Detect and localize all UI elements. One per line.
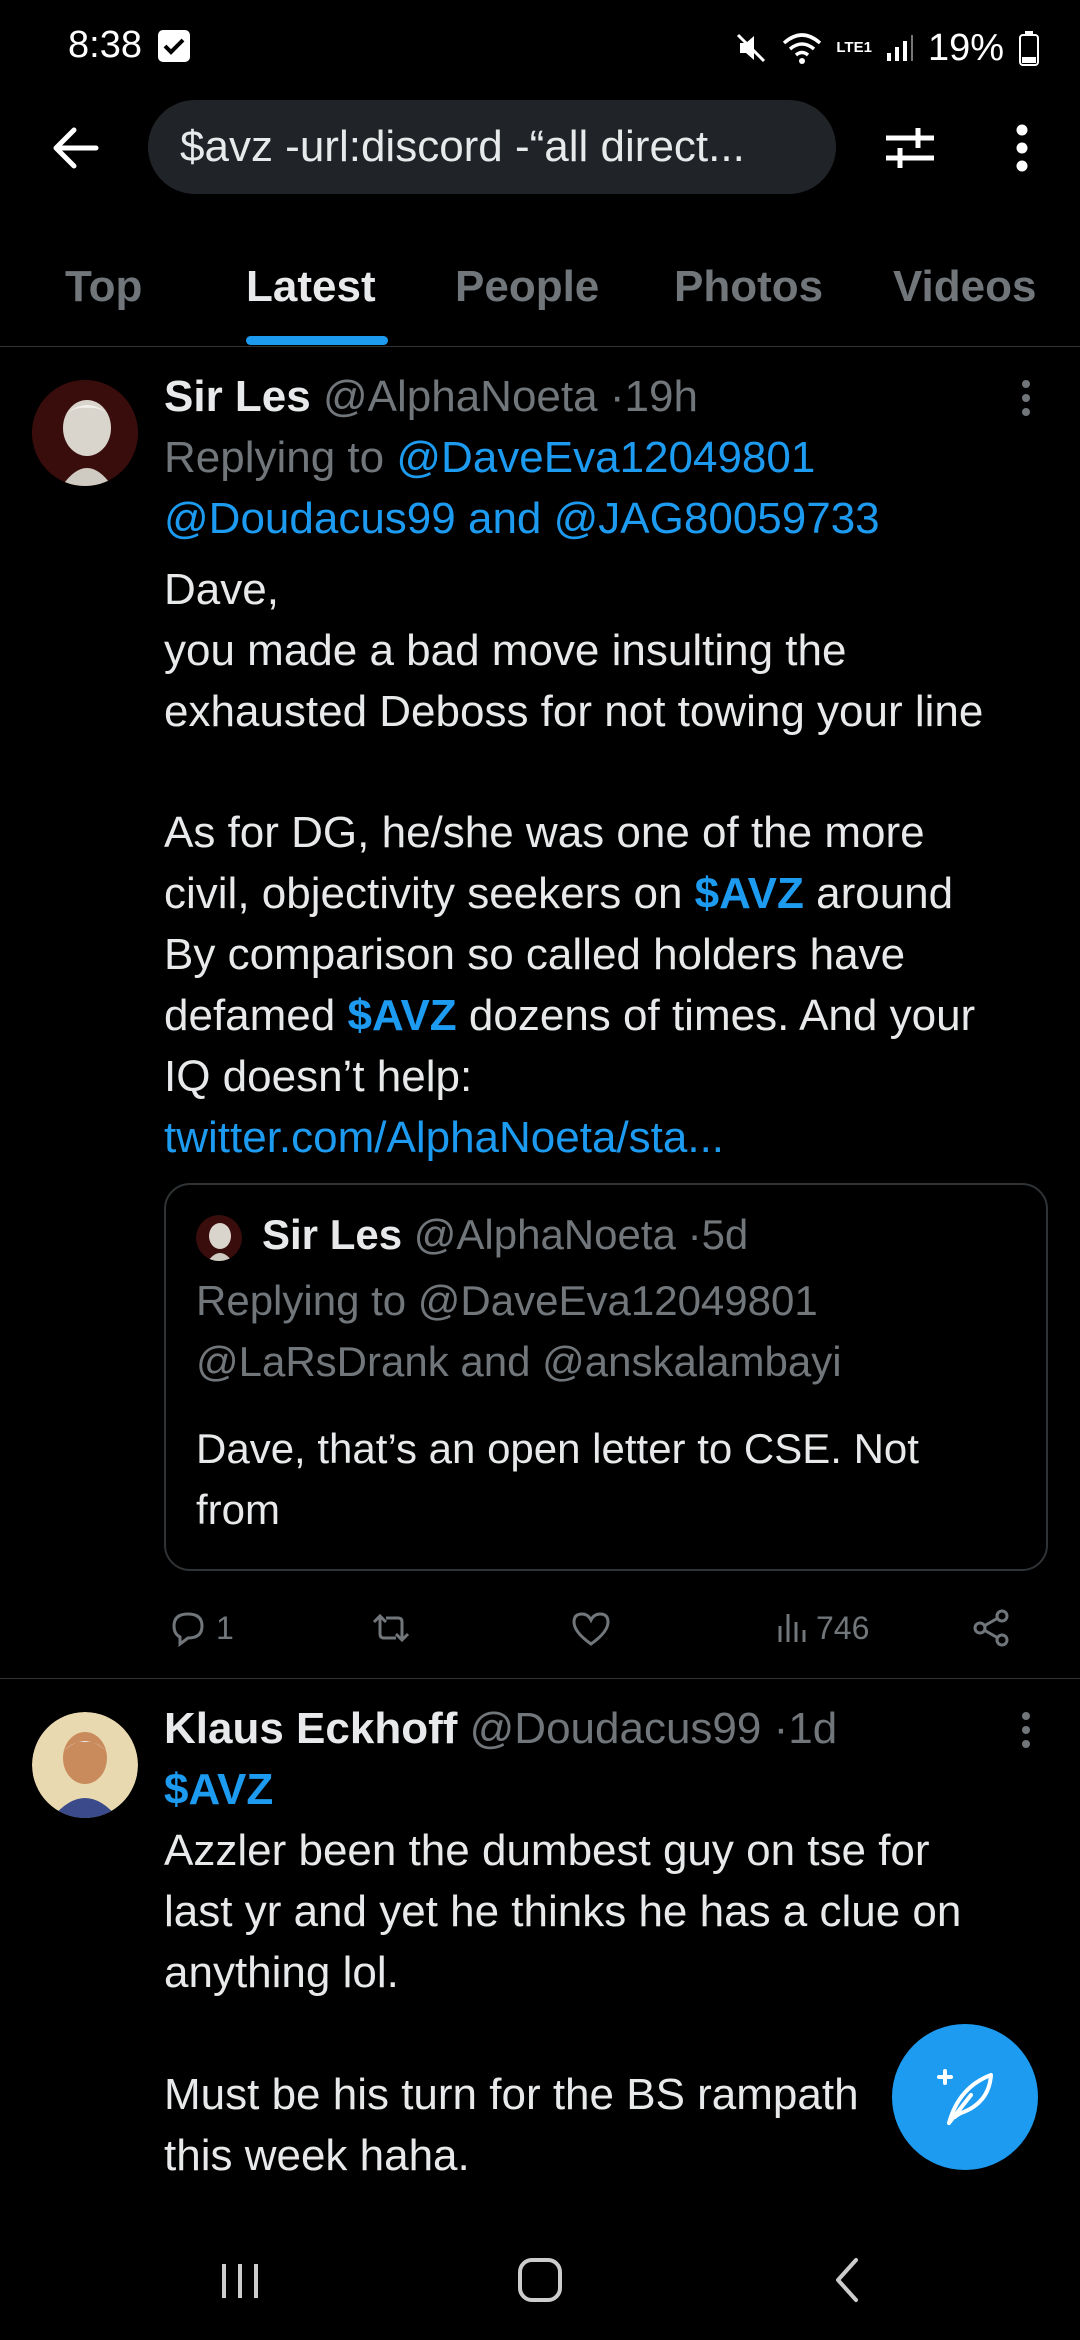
tab-people[interactable]: People bbox=[455, 262, 599, 312]
author-name[interactable]: Klaus Eckhoff bbox=[164, 1704, 457, 1753]
tab-latest[interactable]: Latest bbox=[246, 262, 376, 312]
and-link[interactable]: and bbox=[468, 494, 541, 543]
tweet-text-line: civil, objectivity seekers on $AVZ aroun… bbox=[164, 869, 953, 919]
cashtag-link[interactable]: $AVZ bbox=[695, 869, 804, 918]
tweet-text-line: As for DG, he/she was one of the more bbox=[164, 808, 925, 857]
tweet-text-line: last yr and yet he thinks he has a clue … bbox=[164, 1887, 962, 1936]
replying-label: Replying to bbox=[164, 433, 385, 482]
views-button[interactable]: 746 bbox=[774, 1600, 869, 1656]
system-back-icon[interactable] bbox=[822, 2254, 874, 2306]
wifi-icon bbox=[783, 33, 822, 64]
share-icon bbox=[973, 1609, 1009, 1647]
search-input[interactable]: $avz -url:discord -“all direct... bbox=[148, 100, 836, 194]
tweet-header: Klaus Eckhoff @Doudacus99 ·1d bbox=[164, 1704, 837, 1754]
more-options-button[interactable] bbox=[1000, 116, 1044, 180]
author-handle[interactable]: @AlphaNoeta bbox=[323, 372, 598, 421]
quote-author-name: Sir Les bbox=[262, 1211, 403, 1258]
compose-button[interactable] bbox=[892, 2024, 1038, 2170]
mention-link[interactable]: @JAG80059733 bbox=[554, 494, 880, 543]
tweet-text-line: Azzler been the dumbest guy on tse for bbox=[164, 1826, 930, 1875]
status-bar: 8:38 LTE1 19% bbox=[0, 0, 1080, 96]
bar-chart-icon bbox=[778, 1614, 806, 1642]
tweet-text-line: exhausted Deboss for not towing your lin… bbox=[164, 687, 984, 736]
quote-replying-to: Replying to @DaveEva12049801 bbox=[196, 1277, 818, 1324]
avatar[interactable] bbox=[32, 1712, 138, 1818]
battery-percent: 19% bbox=[927, 26, 1004, 69]
arrow-left-icon bbox=[53, 127, 99, 169]
retweet-icon bbox=[372, 1613, 410, 1643]
cashtag-link[interactable]: $AVZ bbox=[347, 991, 456, 1040]
tweet-divider bbox=[0, 1678, 1080, 1679]
author-handle[interactable]: @Doudacus99 bbox=[470, 1704, 762, 1753]
separator-dot: · bbox=[687, 1211, 702, 1258]
text-segment: dozens of times. And your bbox=[456, 991, 976, 1040]
network-type: LTE1 bbox=[836, 39, 872, 56]
mute-icon bbox=[737, 33, 766, 63]
avatar[interactable] bbox=[32, 380, 138, 486]
text-segment: civil, objectivity seekers on bbox=[164, 869, 695, 918]
tweet-text-line: By comparison so called holders have bbox=[164, 930, 906, 979]
quote-text-line: Dave, that’s an open letter to CSE. Not bbox=[196, 1425, 919, 1472]
author-name[interactable]: Sir Les bbox=[164, 372, 311, 421]
home-icon[interactable] bbox=[514, 2254, 566, 2306]
search-query: $avz -url:discord -“all direct... bbox=[180, 122, 745, 171]
tweet-time: 19h bbox=[624, 372, 698, 421]
active-tab-indicator bbox=[246, 336, 388, 345]
checkbox-notification-icon bbox=[158, 30, 190, 62]
tweet-text-line: you made a bad move insulting the bbox=[164, 626, 847, 675]
text-segment: defamed bbox=[164, 991, 348, 1040]
system-nav-bar bbox=[0, 2220, 1080, 2340]
tweet-time: 1d bbox=[788, 1704, 838, 1753]
tweet-header: Sir Les @AlphaNoeta ·19h bbox=[164, 372, 698, 422]
battery-icon bbox=[1019, 31, 1039, 66]
recent-apps-icon[interactable] bbox=[210, 2256, 270, 2306]
tab-photos[interactable]: Photos bbox=[674, 262, 823, 312]
replying-to: Replying to @DaveEva12049801 bbox=[164, 433, 815, 483]
separator-dot: · bbox=[609, 372, 625, 421]
tweet-text-line: Must be his turn for the BS rampath bbox=[164, 2070, 859, 2119]
quote-replying-to-cont: @LaRsDrank and @anskalambayi bbox=[196, 1338, 842, 1385]
tab-bar: Top Latest People Photos Videos bbox=[0, 240, 1080, 347]
separator-dot: · bbox=[773, 1704, 789, 1753]
text-segment: around bbox=[803, 869, 954, 918]
heart-icon bbox=[572, 1612, 610, 1646]
tweet-more-icon[interactable] bbox=[1018, 372, 1034, 432]
sliders-icon bbox=[886, 128, 934, 168]
vertical-dots-icon bbox=[1016, 124, 1028, 172]
status-time: 8:38 bbox=[68, 24, 142, 66]
tweet-url-link[interactable]: twitter.com/AlphaNoeta/sta... bbox=[164, 1113, 724, 1163]
reply-icon bbox=[172, 1612, 204, 1647]
status-icons: LTE1 19% bbox=[734, 24, 1040, 72]
tweet-text-line: defamed $AVZ dozens of times. And your bbox=[164, 991, 975, 1041]
quote-time: 5d bbox=[701, 1211, 749, 1258]
tab-videos[interactable]: Videos bbox=[893, 262, 1036, 312]
quote-author-handle: @AlphaNoeta bbox=[413, 1211, 676, 1258]
retweet-button[interactable] bbox=[366, 1600, 416, 1656]
quote-avatar bbox=[196, 1215, 242, 1261]
tweet-more-icon[interactable] bbox=[1018, 1704, 1034, 1764]
quote-header: Sir Les @AlphaNoeta ·5d bbox=[262, 1211, 748, 1259]
tweet-text-line: Dave, bbox=[164, 565, 279, 614]
back-button[interactable] bbox=[44, 116, 108, 180]
reply-count: 1 bbox=[216, 1609, 234, 1646]
mention-link[interactable]: @DaveEva12049801 bbox=[396, 433, 815, 482]
quote-text-line: from bbox=[196, 1486, 280, 1533]
tweet-text-line: this week haha. bbox=[164, 2131, 470, 2180]
signal-icon bbox=[886, 35, 913, 61]
compose-feather-icon bbox=[937, 2069, 993, 2125]
like-button[interactable] bbox=[568, 1600, 614, 1656]
tweet-text-line: anything lol. bbox=[164, 1948, 399, 1997]
reply-button[interactable]: 1 bbox=[166, 1600, 234, 1656]
share-button[interactable] bbox=[970, 1600, 1014, 1656]
tab-top[interactable]: Top bbox=[65, 262, 142, 312]
quoted-tweet[interactable]: Sir Les @AlphaNoeta ·5d Replying to @Dav… bbox=[164, 1183, 1048, 1571]
cashtag-link[interactable]: $AVZ bbox=[164, 1765, 273, 1815]
tweet-text-line: IQ doesn’t help: bbox=[164, 1052, 473, 1101]
views-count: 746 bbox=[816, 1609, 870, 1646]
mention-link[interactable]: @Doudacus99 bbox=[164, 494, 456, 543]
filter-button[interactable] bbox=[878, 116, 942, 180]
replying-to-cont: @Doudacus99 and @JAG80059733 bbox=[164, 494, 880, 544]
